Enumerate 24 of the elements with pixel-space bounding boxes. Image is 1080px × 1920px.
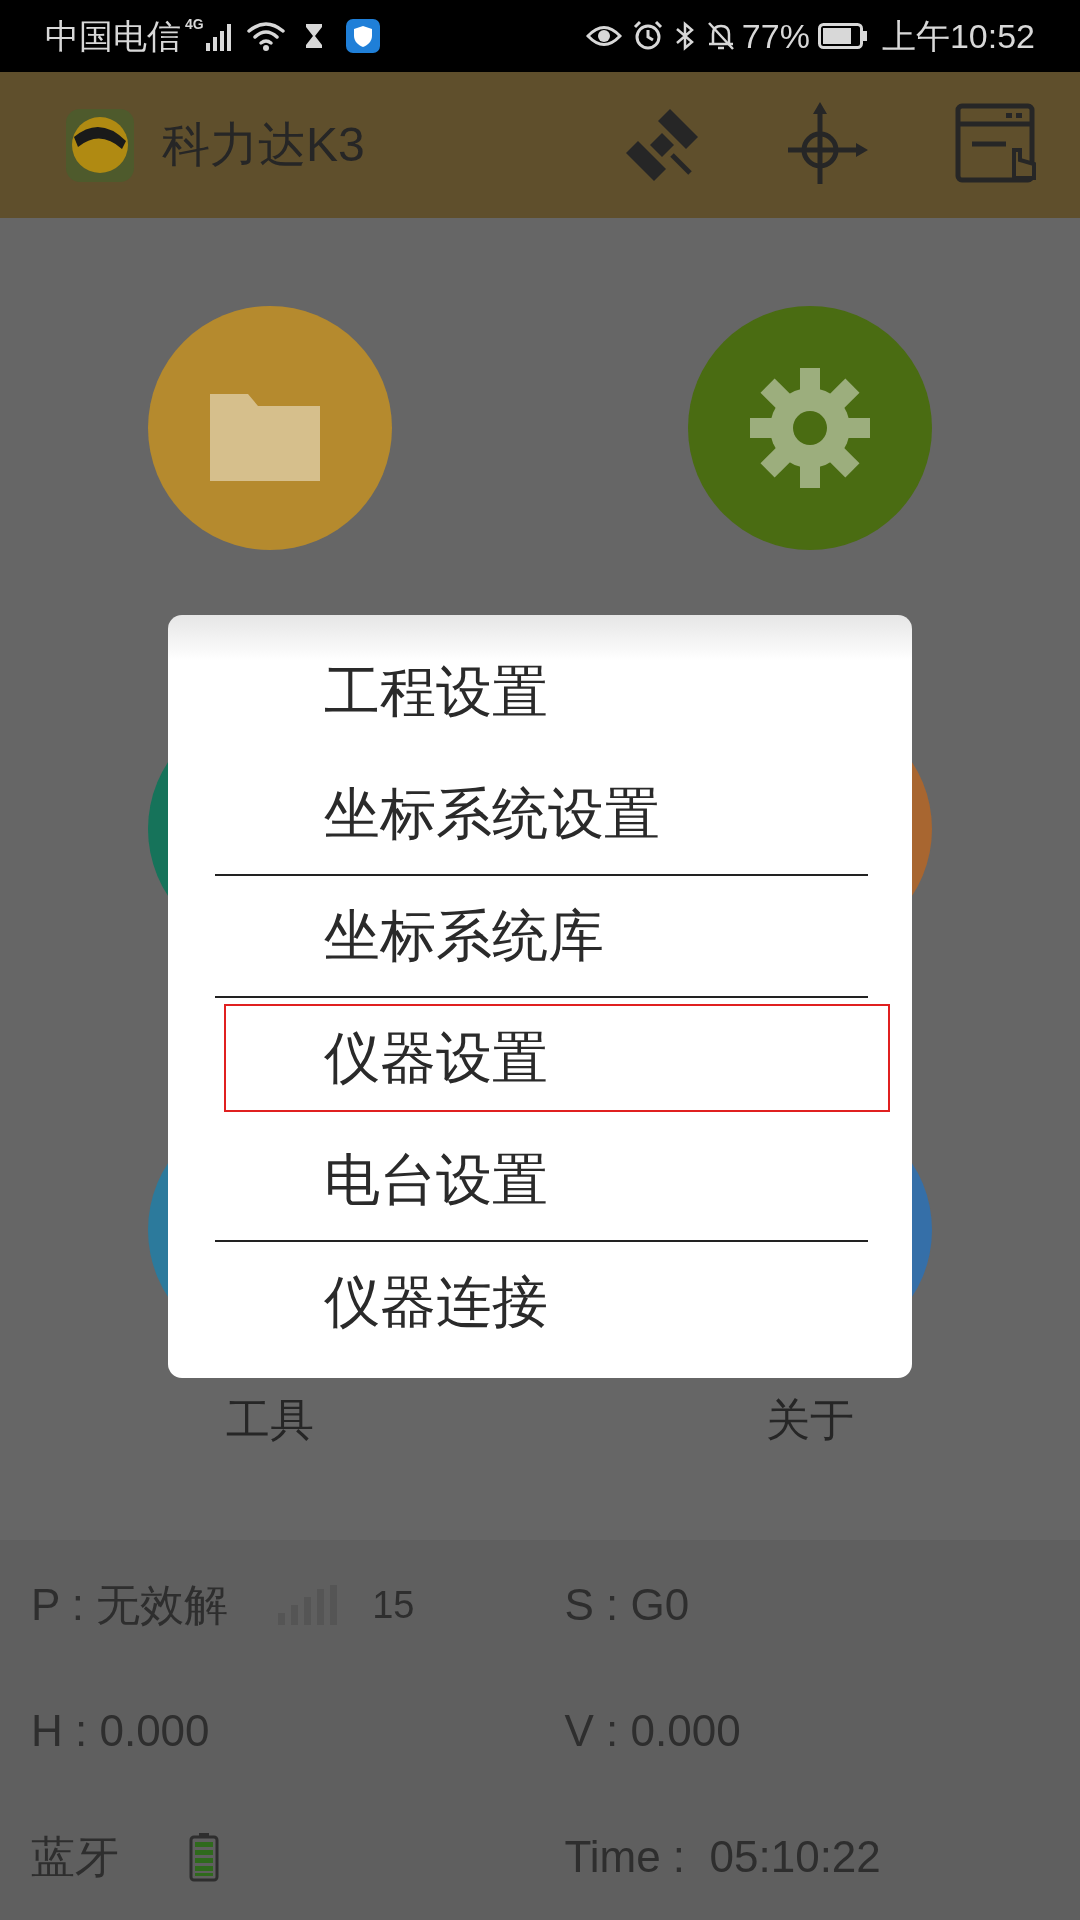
- gear-tile-icon[interactable]: [688, 306, 932, 550]
- battery-percent: 77%: [741, 15, 810, 57]
- menu-item[interactable]: 坐标系统库: [224, 882, 890, 990]
- folder-tile-icon[interactable]: [148, 306, 392, 550]
- app-logo-icon: [64, 106, 136, 184]
- menu-item[interactable]: 仪器设置: [224, 1004, 890, 1112]
- carrier-name: 中国电信: [45, 15, 181, 57]
- muted-bell-icon: [705, 20, 736, 52]
- tile-label: 工具: [226, 1394, 314, 1446]
- wifi-icon: [245, 20, 286, 52]
- app-title: 科力达K3: [162, 117, 365, 173]
- clock-time: 上午10:52: [881, 15, 1035, 57]
- menu-item[interactable]: 仪器连接: [224, 1248, 890, 1356]
- shield-app-icon: [345, 19, 380, 53]
- menu-item[interactable]: 电台设置: [224, 1126, 890, 1234]
- menu-item[interactable]: 工程设置: [224, 638, 890, 746]
- battery-level-icon: [189, 1832, 219, 1882]
- eye-icon: [585, 23, 622, 49]
- menu-item[interactable]: 坐标系统设置: [224, 760, 890, 868]
- network-type: 4G: [185, 15, 204, 34]
- hourglass-icon: [303, 22, 324, 50]
- tile-label: 关于: [766, 1394, 854, 1446]
- alarm-clock-icon: [631, 20, 664, 52]
- battery-icon: [817, 23, 868, 49]
